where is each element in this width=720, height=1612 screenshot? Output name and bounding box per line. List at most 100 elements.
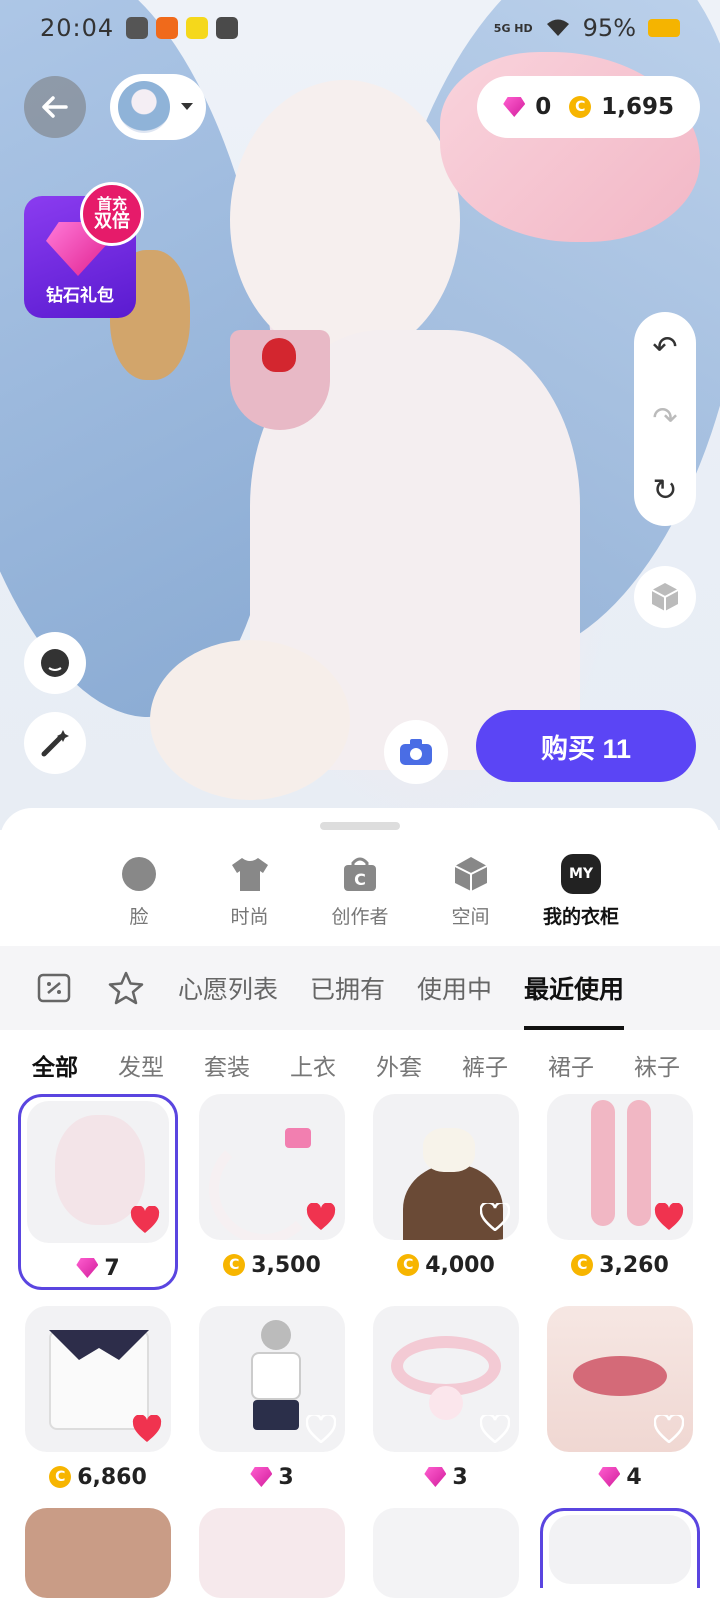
item-card-socks[interactable]: C 3,260 bbox=[540, 1094, 700, 1290]
status-bar: 20:04 5G HD 95% bbox=[0, 0, 720, 56]
filter-pants[interactable]: 裤子 bbox=[462, 1048, 508, 1082]
gem-icon bbox=[598, 1467, 621, 1487]
redo-icon[interactable]: ↷ bbox=[652, 401, 677, 436]
item-card-face[interactable] bbox=[18, 1508, 178, 1598]
item-card-pose[interactable]: 3 bbox=[192, 1306, 352, 1492]
chevron-down-icon bbox=[181, 103, 193, 110]
item-price: 4 bbox=[626, 1464, 642, 1490]
face-icon bbox=[41, 649, 69, 677]
vivo-icon bbox=[216, 17, 239, 39]
item-price: 6,860 bbox=[77, 1464, 147, 1490]
shirt-icon bbox=[230, 854, 270, 894]
heart-outline-icon[interactable] bbox=[653, 1414, 685, 1444]
heart-filled-icon[interactable] bbox=[131, 1414, 163, 1444]
item-thumbnail bbox=[373, 1094, 519, 1240]
heart-filled-icon[interactable] bbox=[129, 1205, 161, 1235]
notification-icon bbox=[126, 17, 149, 39]
wardrobe-sheet: 脸 时尚 C 创作者 空间 MY 我的衣柜 心愿列表 已拥有 使用中 最近使用 … bbox=[0, 808, 720, 1612]
tab-label: 我的衣柜 bbox=[542, 906, 619, 928]
face-edit-button[interactable] bbox=[24, 632, 86, 694]
tab-in-use[interactable]: 使用中 bbox=[417, 946, 492, 1030]
app-icon bbox=[186, 17, 209, 39]
heart-filled-icon[interactable] bbox=[653, 1202, 685, 1232]
star-icon[interactable] bbox=[106, 968, 146, 1008]
tab-creator[interactable]: C 创作者 bbox=[305, 854, 415, 929]
item-card-belt[interactable] bbox=[192, 1508, 352, 1598]
double-badge: 首充 双倍 bbox=[80, 182, 144, 246]
figure-head bbox=[261, 1320, 291, 1350]
view-3d-button[interactable] bbox=[634, 566, 696, 628]
item-card-collar[interactable]: 3 bbox=[366, 1306, 526, 1492]
cube-icon bbox=[651, 583, 679, 611]
avatar-switcher[interactable] bbox=[110, 74, 206, 140]
item-card-hair[interactable]: 7 bbox=[18, 1094, 178, 1290]
drag-handle[interactable] bbox=[320, 822, 400, 830]
tab-recently-used[interactable]: 最近使用 bbox=[524, 946, 625, 1030]
filter-skirt[interactable]: 裙子 bbox=[548, 1048, 594, 1082]
status-time: 20:04 bbox=[40, 14, 115, 42]
shopping-bag-icon: C bbox=[340, 854, 380, 894]
tab-face[interactable]: 脸 bbox=[84, 854, 194, 929]
tab-space[interactable]: 空间 bbox=[416, 854, 526, 929]
item-price: 3,500 bbox=[251, 1252, 321, 1278]
item-card-sailor-top[interactable]: C 6,860 bbox=[18, 1306, 178, 1492]
item-price: 3 bbox=[452, 1464, 468, 1490]
tab-fashion[interactable]: 时尚 bbox=[195, 854, 305, 929]
sock-left bbox=[591, 1100, 615, 1226]
buy-button[interactable]: 购买 11 bbox=[476, 710, 696, 782]
tab-wishlist[interactable]: 心愿列表 bbox=[178, 946, 278, 1030]
heart-outline-icon[interactable] bbox=[305, 1414, 337, 1444]
head-icon bbox=[119, 854, 159, 894]
item-thumbnail bbox=[199, 1508, 345, 1598]
sock-right bbox=[627, 1100, 651, 1226]
filter-jacket[interactable]: 外套 bbox=[376, 1048, 422, 1082]
currency-balance[interactable]: 0 C 1,695 bbox=[477, 76, 700, 138]
heart-filled-icon[interactable] bbox=[305, 1202, 337, 1232]
coin-balance: 1,695 bbox=[601, 94, 674, 120]
item-card-earrings[interactable] bbox=[540, 1508, 700, 1588]
item-card-tail[interactable]: C 3,500 bbox=[192, 1094, 352, 1290]
item-thumbnail bbox=[199, 1094, 345, 1240]
coin-icon: C bbox=[571, 1254, 594, 1276]
item-card-hat[interactable]: C 4,000 bbox=[366, 1094, 526, 1290]
item-thumbnail bbox=[25, 1508, 171, 1598]
item-card-lips[interactable]: 4 bbox=[540, 1306, 700, 1492]
item-thumbnail bbox=[547, 1306, 693, 1452]
filter-hair[interactable]: 发型 bbox=[118, 1048, 164, 1082]
gem-icon bbox=[250, 1467, 273, 1487]
wifi-icon bbox=[546, 19, 569, 36]
item-thumbnail bbox=[549, 1515, 691, 1584]
magic-wand-button[interactable] bbox=[24, 712, 86, 774]
gem-icon bbox=[76, 1258, 99, 1278]
heart-outline-icon[interactable] bbox=[479, 1202, 511, 1232]
tab-owned[interactable]: 已拥有 bbox=[310, 946, 385, 1030]
gem-icon bbox=[503, 97, 526, 117]
coin-icon: C bbox=[223, 1254, 246, 1276]
badge-line-1: 首充 bbox=[96, 194, 127, 213]
back-button[interactable] bbox=[24, 76, 86, 138]
undo-icon[interactable]: ↶ bbox=[652, 330, 677, 365]
heart-outline-icon[interactable] bbox=[479, 1414, 511, 1444]
tab-my-wardrobe[interactable]: MY 我的衣柜 bbox=[526, 854, 636, 929]
reset-icon[interactable]: ↻ bbox=[652, 473, 677, 508]
filter-outfit[interactable]: 套装 bbox=[204, 1048, 250, 1082]
camera-button[interactable] bbox=[384, 720, 448, 784]
arrow-left-icon bbox=[42, 96, 68, 118]
diamond-gift-pack[interactable]: 钻石礼包 首充 双倍 bbox=[24, 182, 144, 318]
edit-toolbar: ↶ ↷ ↻ bbox=[634, 312, 696, 526]
tab-label: 创作者 bbox=[331, 906, 389, 928]
my-wardrobe-icon: MY bbox=[561, 854, 601, 894]
coin-icon: C bbox=[569, 96, 592, 118]
coupon-icon[interactable] bbox=[34, 968, 74, 1008]
filter-socks[interactable]: 袜子 bbox=[634, 1048, 680, 1082]
lips bbox=[573, 1356, 667, 1396]
item-price: 4,000 bbox=[425, 1252, 495, 1278]
coin-icon: C bbox=[49, 1466, 72, 1488]
collar-bell bbox=[429, 1386, 463, 1420]
item-card-necklace[interactable] bbox=[366, 1508, 526, 1598]
filter-top[interactable]: 上衣 bbox=[290, 1048, 336, 1082]
item-thumbnail bbox=[547, 1094, 693, 1240]
item-thumbnail bbox=[199, 1306, 345, 1452]
filter-all[interactable]: 全部 bbox=[32, 1048, 78, 1082]
item-thumbnail bbox=[373, 1306, 519, 1452]
